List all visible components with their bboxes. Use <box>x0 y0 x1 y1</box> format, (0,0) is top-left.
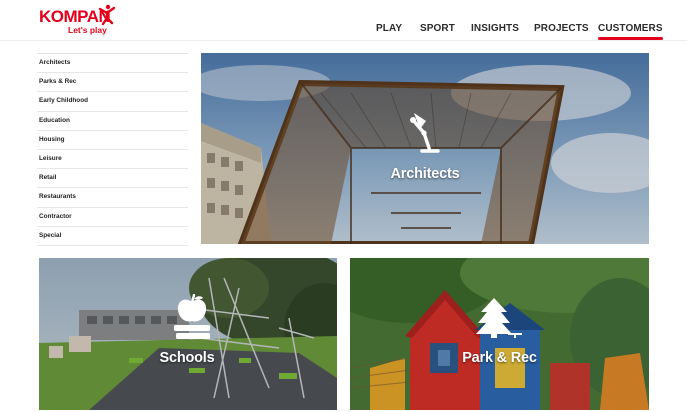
apple-on-books-icon <box>174 294 210 339</box>
schools-tile-label: Schools <box>159 350 215 366</box>
nav-sport[interactable]: SPORT <box>420 23 455 34</box>
nav-projects[interactable]: PROJECTS <box>534 23 589 34</box>
nav-insights[interactable]: INSIGHTS <box>471 23 519 34</box>
architects-tile[interactable]: Architects <box>201 53 649 244</box>
customer-category-menu: Architects Parks & Rec Early Childhood E… <box>37 53 188 246</box>
sidebar-item-housing[interactable]: Housing <box>37 131 188 150</box>
desk-lamp-icon <box>410 113 440 153</box>
sidebar-item-education[interactable]: Education <box>37 112 188 131</box>
sidebar-item-leisure[interactable]: Leisure <box>37 150 188 170</box>
park-rec-tile[interactable]: Park & Rec <box>350 258 649 410</box>
pine-tree-icon <box>476 298 522 338</box>
sidebar-item-special[interactable]: Special <box>37 227 188 246</box>
sidebar-item-contractor[interactable]: Contractor <box>37 208 188 227</box>
nav-customers[interactable]: CUSTOMERS <box>598 23 663 40</box>
sidebar-item-early-childhood[interactable]: Early Childhood <box>37 92 188 112</box>
sidebar-item-retail[interactable]: Retail <box>37 169 188 189</box>
site-header: KOMPAN Let's play PLAY SPORT INSIGHTS PR… <box>0 0 687 41</box>
schools-tile[interactable]: Schools <box>39 258 337 410</box>
sidebar-item-parks-rec[interactable]: Parks & Rec <box>37 73 188 93</box>
nav-play[interactable]: PLAY <box>376 23 402 34</box>
park-rec-tile-label: Park & Rec <box>462 350 537 366</box>
main-navigation: PLAY SPORT INSIGHTS PROJECTS CUSTOMERS <box>0 23 687 40</box>
sidebar-item-architects[interactable]: Architects <box>37 54 188 74</box>
sidebar-item-restaurants[interactable]: Restaurants <box>37 188 188 208</box>
architects-tile-label: Architects <box>390 166 460 182</box>
